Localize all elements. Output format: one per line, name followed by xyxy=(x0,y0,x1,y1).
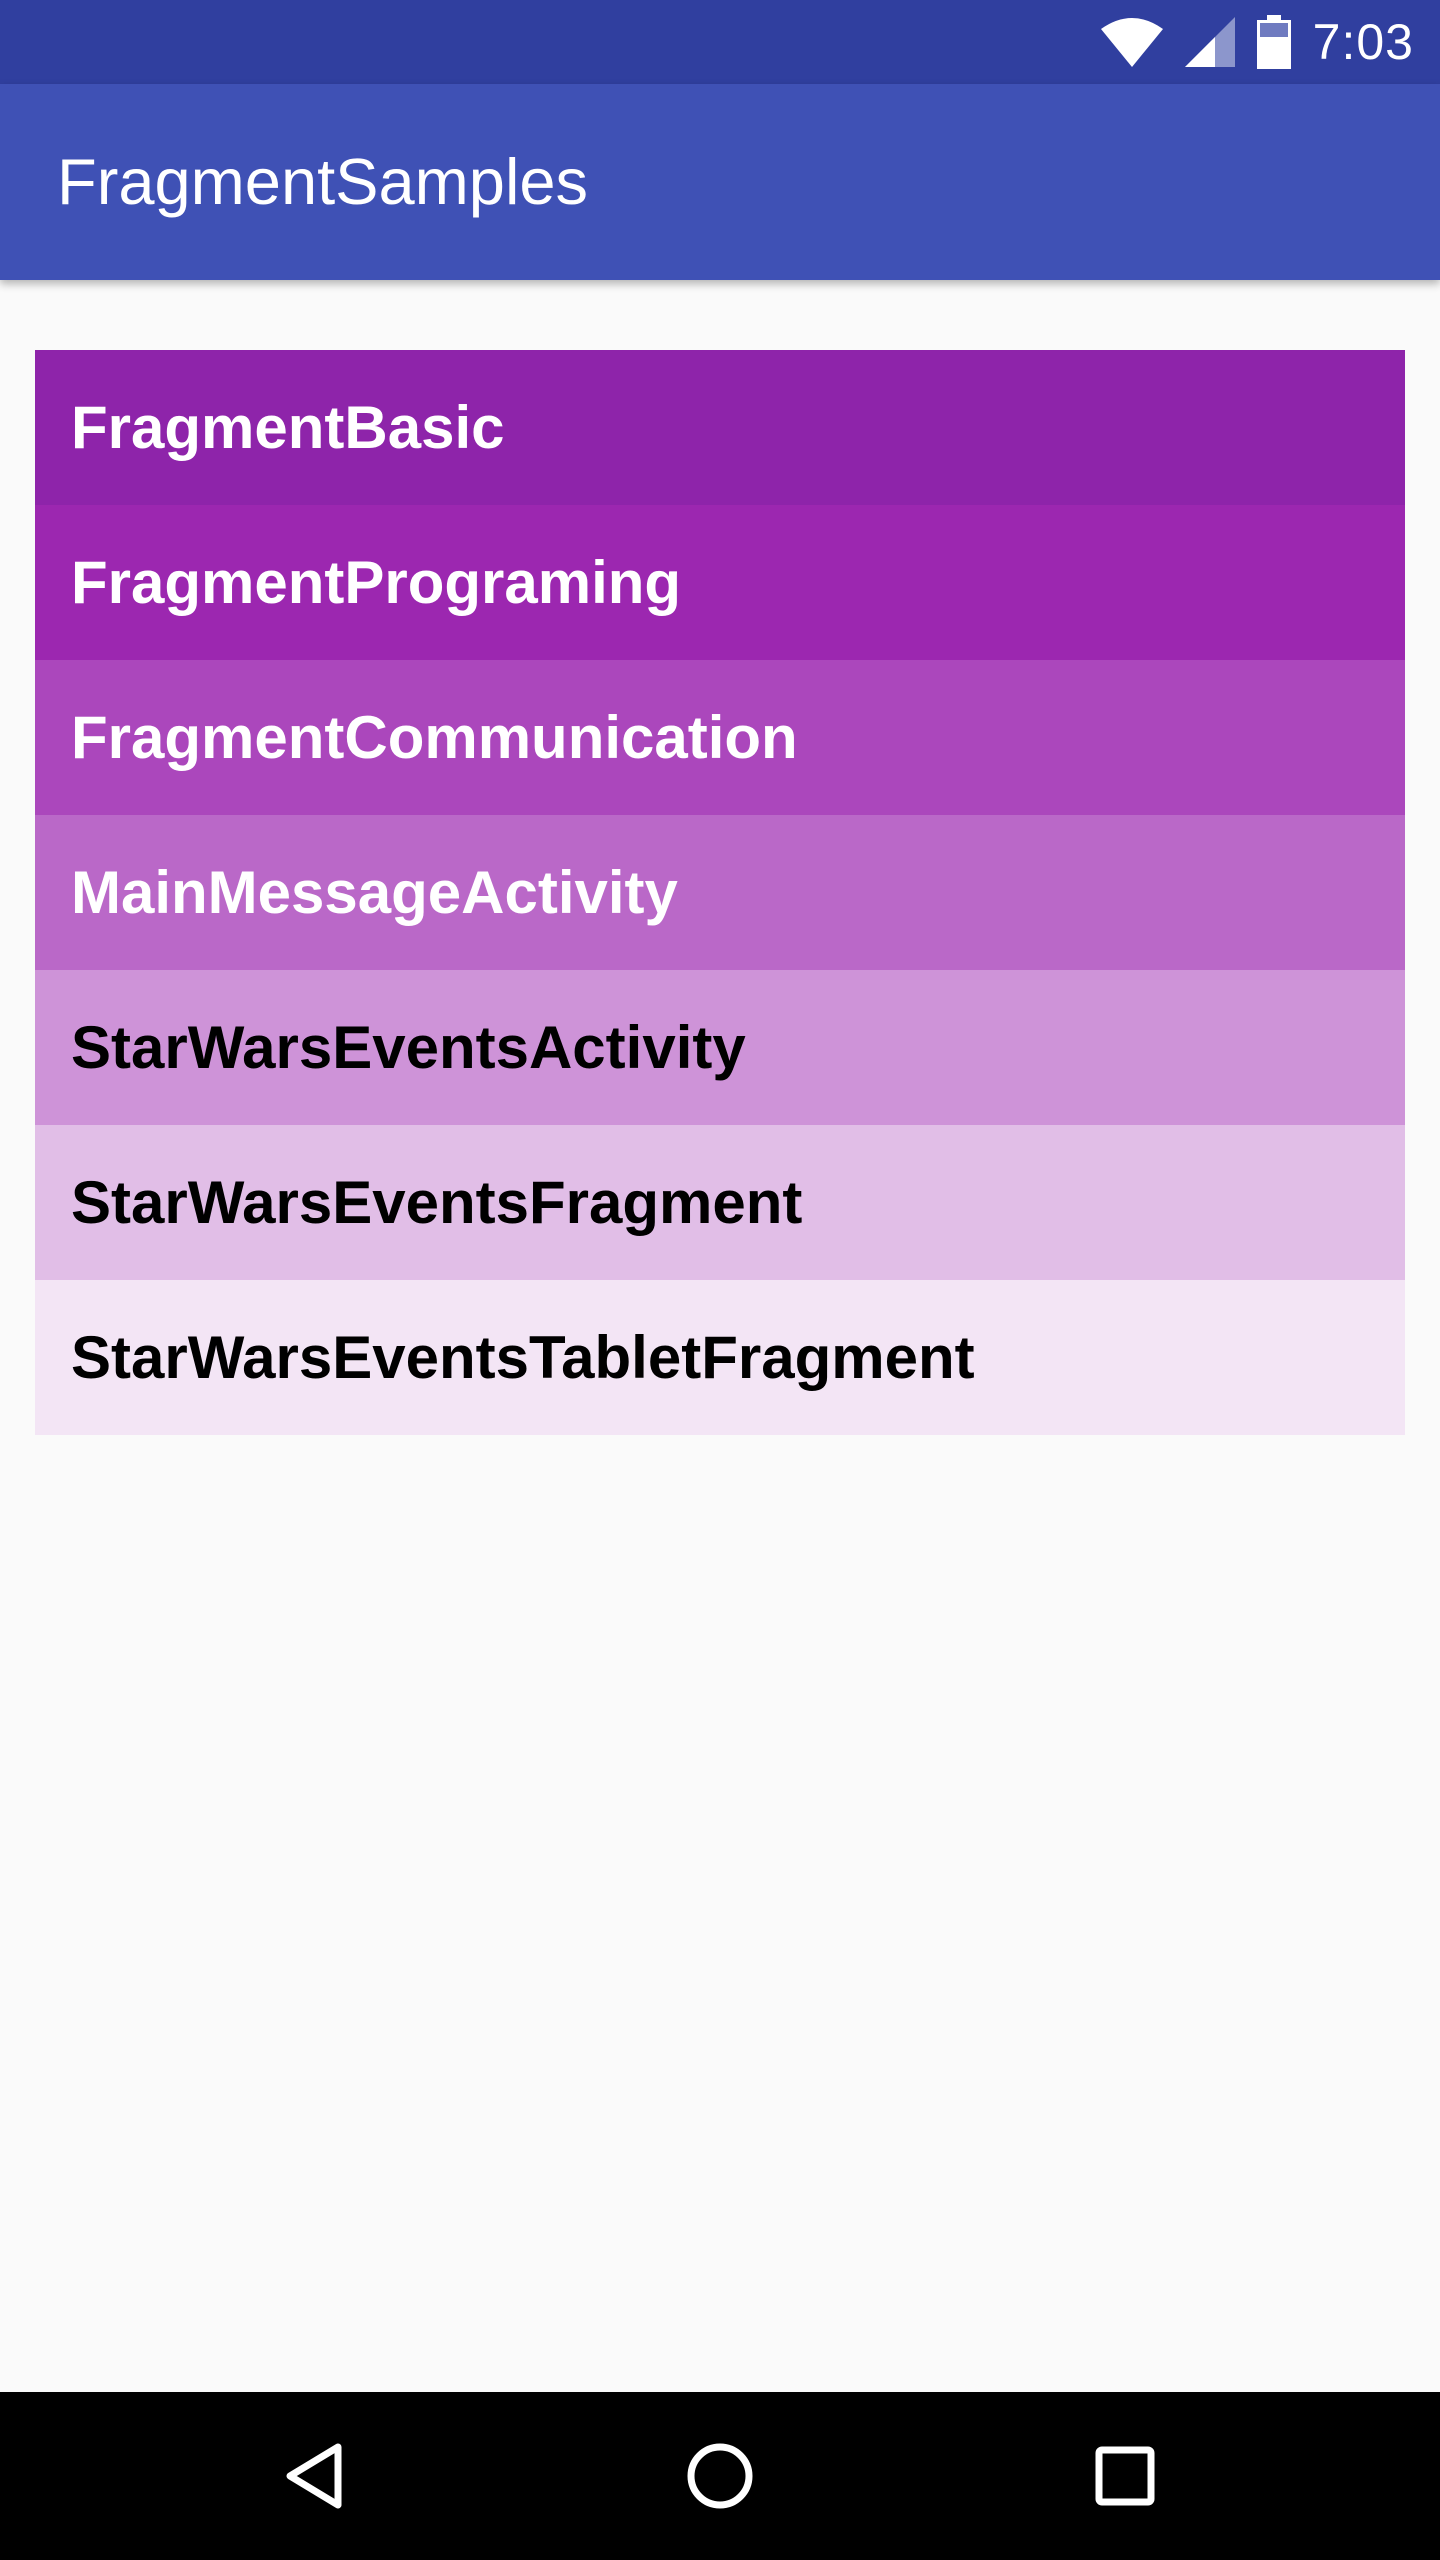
list-item-label: StarWarsEventsFragment xyxy=(71,1169,803,1236)
back-icon xyxy=(282,2441,346,2511)
list-item-label: StarWarsEventsActivity xyxy=(71,1014,746,1081)
list-item-star-wars-events-activity[interactable]: StarWarsEventsActivity xyxy=(35,970,1405,1125)
home-button[interactable] xyxy=(636,2392,804,2560)
app-title: FragmentSamples xyxy=(57,145,589,218)
home-icon xyxy=(685,2441,755,2511)
list-item-star-wars-events-tablet-fragment[interactable]: StarWarsEventsTabletFragment xyxy=(35,1280,1405,1435)
list-item-fragment-basic[interactable]: FragmentBasic xyxy=(35,350,1405,505)
recents-icon xyxy=(1094,2445,1156,2507)
status-bar: 7:03 xyxy=(0,0,1440,84)
recents-button[interactable] xyxy=(1041,2392,1209,2560)
status-icons: 7:03 xyxy=(1100,0,1414,84)
list-item-fragment-communication[interactable]: FragmentCommunication xyxy=(35,660,1405,815)
fragment-list: FragmentBasic FragmentPrograming Fragmen… xyxy=(35,350,1405,1435)
list-item-label: MainMessageActivity xyxy=(71,859,678,926)
app-screen: 7:03 FragmentSamples FragmentBasic Fragm… xyxy=(0,0,1440,2560)
back-button[interactable] xyxy=(230,2392,398,2560)
list-item-main-message-activity[interactable]: MainMessageActivity xyxy=(35,815,1405,970)
battery-icon xyxy=(1256,15,1291,69)
status-time: 7:03 xyxy=(1312,14,1414,70)
app-bar: FragmentSamples xyxy=(0,84,1440,280)
list-item-label: StarWarsEventsTabletFragment xyxy=(71,1324,975,1391)
cell-signal-icon xyxy=(1184,17,1235,67)
list-item-star-wars-events-fragment[interactable]: StarWarsEventsFragment xyxy=(35,1125,1405,1280)
list-item-label: FragmentCommunication xyxy=(71,704,798,771)
navigation-bar xyxy=(0,2392,1440,2560)
list-item-fragment-programing[interactable]: FragmentPrograming xyxy=(35,505,1405,660)
list-item-label: FragmentPrograming xyxy=(71,549,682,616)
list-item-label: FragmentBasic xyxy=(71,394,505,461)
wifi-icon xyxy=(1100,17,1163,67)
